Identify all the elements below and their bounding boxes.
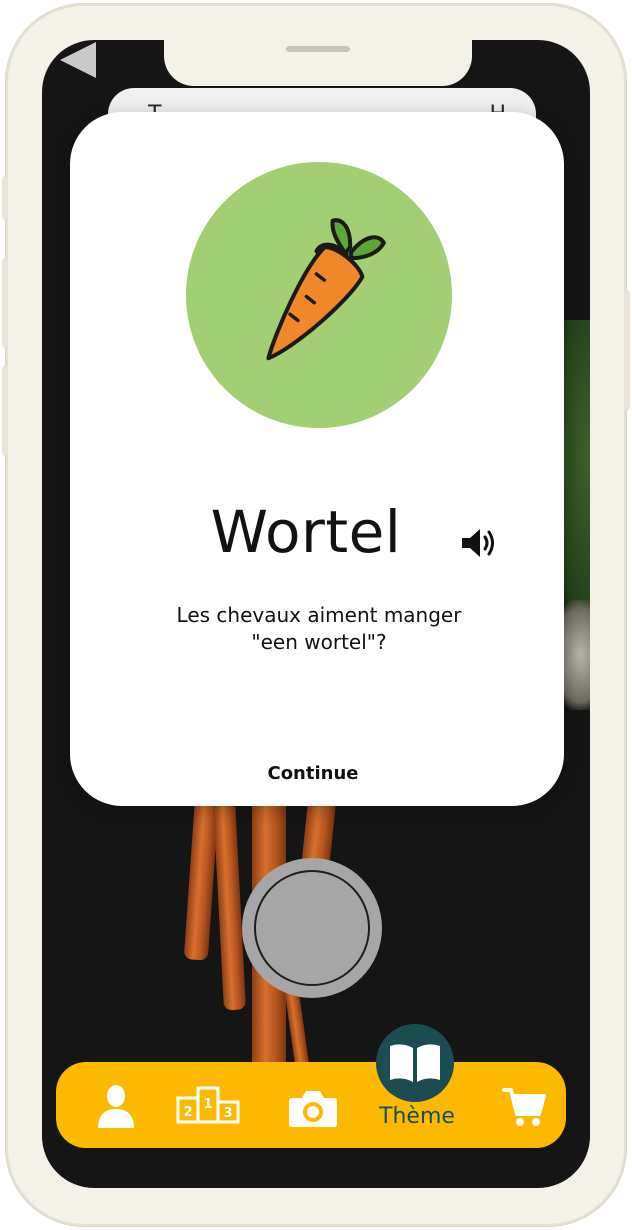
question-line: "een wortel"? xyxy=(251,630,387,654)
carrot-photo xyxy=(211,779,247,1011)
book-icon xyxy=(390,1044,440,1082)
phone-side-button xyxy=(2,366,8,456)
podium-icon: 2 1 3 xyxy=(176,1086,240,1124)
phone-side-button xyxy=(2,176,8,220)
photo-detail xyxy=(560,600,590,710)
phone-side-button xyxy=(624,290,630,410)
carrot-icon xyxy=(266,218,386,361)
shutter-inner xyxy=(254,870,370,986)
podium-digit: 3 xyxy=(223,1106,232,1121)
speaker-icon[interactable] xyxy=(460,526,500,560)
nav-camera[interactable] xyxy=(288,1088,338,1128)
word-illustration xyxy=(186,162,452,428)
cart-icon xyxy=(502,1088,546,1126)
shutter-button[interactable] xyxy=(242,858,382,998)
question-text: Les chevaux aiment manger "een wortel"? xyxy=(110,602,528,656)
nav-leaderboard[interactable]: 2 1 3 xyxy=(176,1086,240,1124)
phone-side-button xyxy=(2,258,8,348)
nav-shop[interactable] xyxy=(502,1086,546,1128)
word-card-modal: Wortel Les chevaux aiment manger "een wo… xyxy=(70,112,564,806)
podium-digit: 1 xyxy=(203,1097,212,1112)
phone-speaker xyxy=(286,46,350,52)
podium-digit: 2 xyxy=(183,1105,192,1120)
app-screen: T H Wortel xyxy=(42,40,590,1188)
nav-theme-label[interactable]: Thème xyxy=(364,1104,470,1129)
camera-icon xyxy=(289,1091,337,1127)
question-line: Les chevaux aiment manger xyxy=(176,603,462,627)
continue-button[interactable]: Continue xyxy=(230,760,396,788)
nav-theme-active[interactable] xyxy=(376,1024,454,1102)
back-arrow-icon[interactable] xyxy=(60,42,96,78)
user-icon xyxy=(98,1085,134,1128)
nav-profile[interactable] xyxy=(96,1084,136,1130)
